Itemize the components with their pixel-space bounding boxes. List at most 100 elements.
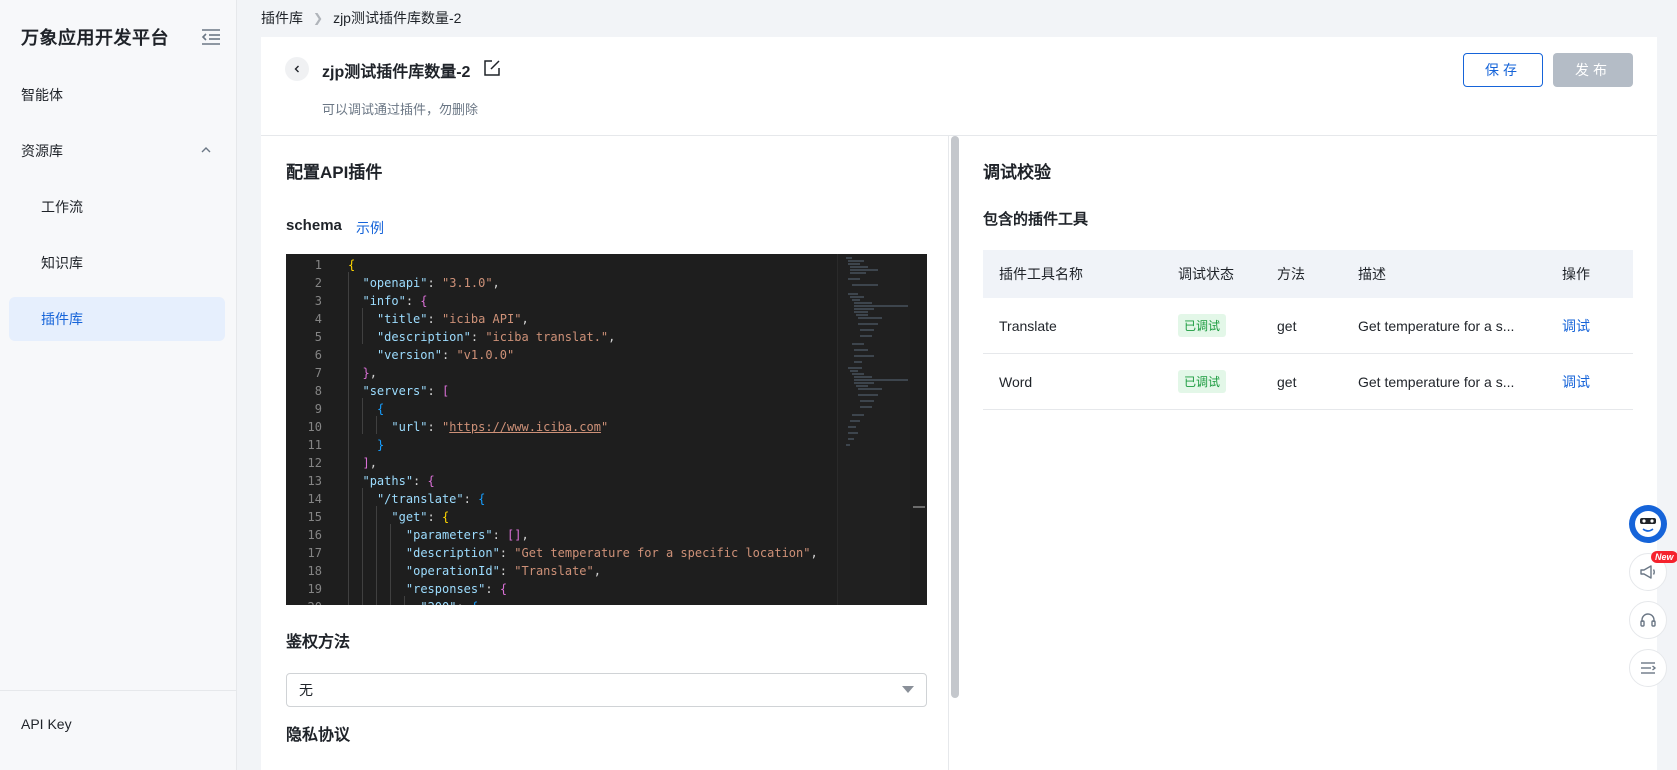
line-number: 9 — [314, 402, 322, 416]
api-key-link[interactable]: API Key — [21, 716, 72, 732]
code-text: "url": "https://www.iciba.com" — [391, 420, 609, 434]
page-subtitle: 可以调试通过插件，勿删除 — [322, 102, 479, 117]
code-text: ], — [362, 456, 377, 470]
line-number: 5 — [314, 330, 322, 344]
column-header: 调试状态 — [1178, 266, 1234, 282]
plugin-tools-table: 插件工具名称 调试状态 方法 描述 操作 Translate 已调试 get G… — [983, 250, 1633, 410]
line-number: 7 — [314, 366, 322, 380]
main-card: zjp测试插件库数量-2 可以调试通过插件，勿删除 保存 发布 配置API插件 … — [261, 37, 1657, 770]
status-badge: 已调试 — [1178, 370, 1227, 393]
schema-example-link[interactable]: 示例 — [356, 218, 384, 238]
save-button[interactable]: 保存 — [1463, 53, 1543, 87]
config-title: 配置API插件 — [286, 163, 383, 182]
debug-button[interactable]: 调试 — [1562, 374, 1590, 390]
code-text: }, — [362, 366, 377, 380]
page-title: zjp测试插件库数量-2 — [322, 64, 471, 81]
auth-method-value: 无 — [299, 682, 313, 698]
column-header: 操作 — [1562, 266, 1590, 282]
tool-description: Get temperature for a s... — [1358, 317, 1515, 334]
publish-button[interactable]: 发布 — [1553, 53, 1633, 87]
line-number: 1 — [314, 258, 322, 272]
code-minimap[interactable] — [837, 254, 910, 605]
line-number: 6 — [314, 348, 322, 362]
code-text: "description": "iciba translat.", — [376, 330, 616, 344]
sidebar-item-agents[interactable]: 智能体 — [9, 73, 225, 117]
support-button[interactable] — [1629, 601, 1667, 639]
chevron-left-icon — [294, 65, 299, 73]
panel-scrollbar[interactable] — [951, 136, 959, 698]
auth-method-select[interactable]: 无 — [286, 673, 927, 707]
line-number: 20 — [286, 598, 322, 605]
new-badge: New — [1651, 551, 1677, 563]
line-number: 12 — [307, 456, 322, 470]
brand-title: 万象应用开发平台 — [21, 28, 169, 48]
line-number: 13 — [307, 474, 322, 488]
code-text: "description": "Get temperature for a sp… — [405, 546, 818, 560]
code-text: "get": { — [391, 510, 450, 524]
sidebar-footer: API Key — [0, 690, 237, 770]
sidebar: 万象应用开发平台 智能体 资源库 工作流 知识库 插件库 API Key — [0, 0, 237, 770]
edit-icon[interactable] — [483, 59, 501, 77]
page-header: zjp测试插件库数量-2 可以调试通过插件，勿删除 保存 发布 — [261, 37, 1657, 136]
line-number: 8 — [314, 384, 322, 398]
debug-panel: 调试校验 包含的插件工具 插件工具名称 调试状态 方法 描述 操作 Transl… — [959, 136, 1657, 770]
schema-code-editor[interactable]: 1 {2 "openapi": "3.1.0", 3 "info": {4 "tit… — [286, 254, 927, 605]
collapse-widgets-button[interactable] — [1629, 649, 1667, 687]
breadcrumb: 插件库 ❯ zjp测试插件库数量-2 — [261, 8, 461, 28]
menu-collapse-icon — [1641, 662, 1657, 674]
line-number: 4 — [314, 312, 322, 326]
schema-label: schema — [286, 217, 342, 234]
table-row: Translate 已调试 get Get temperature for a … — [983, 298, 1633, 354]
code-text: { — [348, 258, 356, 272]
sidebar-item-workflow[interactable]: 工作流 — [9, 185, 225, 229]
sidebar-item-resources[interactable]: 资源库 — [9, 129, 225, 173]
line-number: 11 — [307, 438, 322, 452]
tool-method: get — [1277, 317, 1297, 334]
debug-button[interactable]: 调试 — [1562, 318, 1590, 334]
sidebar-item-label: 资源库 — [21, 143, 63, 159]
sidebar-item-knowledge[interactable]: 知识库 — [9, 241, 225, 285]
tool-description: Get temperature for a s... — [1358, 373, 1515, 390]
line-number: 18 — [307, 564, 322, 578]
sidebar-item-plugins[interactable]: 插件库 — [9, 297, 225, 341]
code-text: "openapi": "3.1.0", — [362, 276, 500, 290]
line-number: 2 — [314, 276, 322, 290]
line-number: 16 — [307, 528, 322, 542]
code-text: "info": { — [362, 294, 428, 308]
code-text: "parameters": [], — [405, 528, 529, 542]
collapse-sidebar-icon[interactable] — [201, 28, 221, 46]
code-text: "/translate": { — [376, 492, 486, 506]
code-text: "operationId": "Translate", — [405, 564, 601, 578]
column-header: 描述 — [1358, 266, 1386, 282]
code-text: } — [376, 438, 385, 452]
column-header: 方法 — [1277, 266, 1305, 282]
code-text: "200": { — [348, 598, 478, 605]
column-header: 插件工具名称 — [999, 266, 1083, 282]
line-number: 10 — [307, 420, 322, 434]
code-text: "version": "v1.0.0" — [376, 348, 515, 362]
table-row: Word 已调试 get Get temperature for a s... … — [983, 354, 1633, 410]
table-header: 插件工具名称 调试状态 方法 描述 操作 — [983, 250, 1633, 298]
code-text: "paths": { — [362, 474, 435, 488]
tools-title: 包含的插件工具 — [983, 211, 1089, 228]
tool-method: get — [1277, 373, 1297, 390]
line-number: 17 — [307, 546, 322, 560]
line-number: 19 — [307, 582, 322, 596]
editor-scroll-thumb[interactable] — [913, 506, 925, 508]
minimap-preview — [846, 257, 908, 446]
editor-scrollbar[interactable] — [910, 254, 927, 605]
back-button[interactable] — [285, 57, 309, 81]
sidebar-item-label: 智能体 — [21, 87, 63, 103]
chevron-up-icon — [201, 147, 211, 153]
chevron-right-icon: ❯ — [313, 11, 324, 25]
tool-name: Translate — [999, 317, 1057, 334]
robot-assistant-icon — [1635, 511, 1661, 537]
config-panel: 配置API插件 schema 示例 1 {2 "openapi": "3.1.0"… — [261, 136, 949, 770]
tool-name: Word — [999, 373, 1033, 390]
line-number: 3 — [314, 294, 322, 308]
caret-down-icon — [902, 686, 914, 693]
headset-icon — [1640, 613, 1656, 627]
assistant-avatar-button[interactable] — [1629, 505, 1667, 543]
privacy-title: 隐私协议 — [286, 727, 351, 744]
breadcrumb-root[interactable]: 插件库 — [261, 8, 303, 28]
